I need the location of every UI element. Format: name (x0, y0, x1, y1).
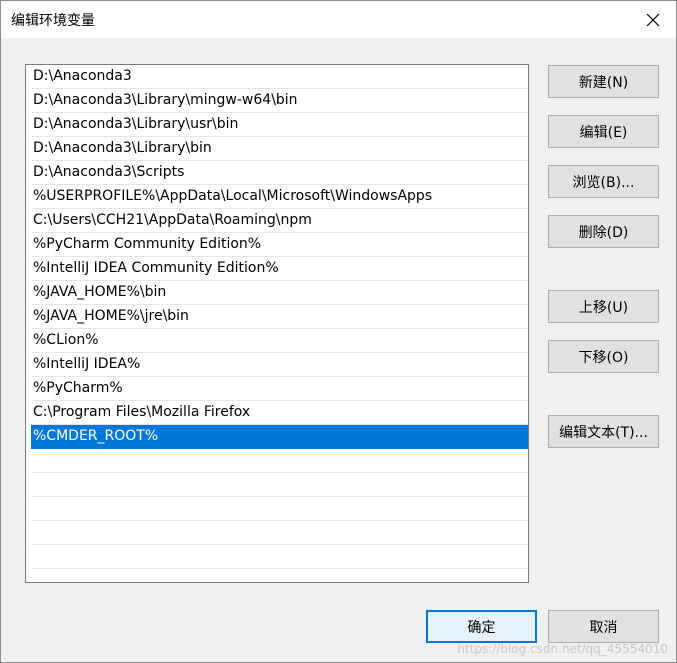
list-item[interactable]: %IntelliJ IDEA Community Edition% (31, 257, 528, 281)
list-item[interactable]: %JAVA_HOME%\jre\bin (31, 305, 528, 329)
list-item[interactable]: %USERPROFILE%\AppData\Local\Microsoft\Wi… (31, 185, 528, 209)
list-item[interactable]: %JAVA_HOME%\bin (31, 281, 528, 305)
move-up-button[interactable]: 上移(U) (548, 290, 659, 323)
list-item[interactable]: C:\Users\CCH21\AppData\Roaming\npm (31, 209, 528, 233)
list-item[interactable]: D:\Anaconda3\Library\bin (31, 137, 528, 161)
list-item[interactable] (31, 497, 528, 521)
list-item[interactable]: %PyCharm Community Edition% (31, 233, 528, 257)
watermark: https://blog.csdn.net/qq_45554010 (457, 642, 668, 656)
list-item[interactable]: D:\Anaconda3\Library\usr\bin (31, 113, 528, 137)
close-icon (646, 13, 660, 26)
ok-button[interactable]: 确定 (426, 610, 537, 643)
browse-button[interactable]: 浏览(B)... (548, 165, 659, 198)
list-item[interactable] (31, 473, 528, 497)
list-item[interactable]: C:\Program Files\Mozilla Firefox (31, 401, 528, 425)
close-button[interactable] (630, 1, 676, 38)
list-item[interactable]: %CMDER_ROOT% (31, 425, 528, 449)
edit-env-var-dialog: 编辑环境变量 D:\Anaconda3 D:\Anaconda3\Library\… (0, 0, 677, 663)
new-button[interactable]: 新建(N) (548, 65, 659, 98)
list-item[interactable]: D:\Anaconda3 (31, 65, 528, 89)
edit-button[interactable]: 编辑(E) (548, 115, 659, 148)
title-bar: 编辑环境变量 (1, 1, 676, 38)
list-item[interactable]: %CLion% (31, 329, 528, 353)
cancel-button[interactable]: 取消 (548, 610, 659, 643)
list-item[interactable] (31, 545, 528, 569)
dialog-title: 编辑环境变量 (11, 13, 95, 29)
move-down-button[interactable]: 下移(O) (548, 340, 659, 373)
delete-button[interactable]: 删除(D) (548, 215, 659, 248)
path-list[interactable]: D:\Anaconda3 D:\Anaconda3\Library\mingw-w… (25, 64, 529, 583)
list-item[interactable]: %IntelliJ IDEA% (31, 353, 528, 377)
list-item[interactable]: %PyCharm% (31, 377, 528, 401)
list-item[interactable]: D:\Anaconda3\Scripts (31, 161, 528, 185)
list-item[interactable] (31, 449, 528, 473)
list-item[interactable]: D:\Anaconda3\Library\mingw-w64\bin (31, 89, 528, 113)
edit-text-button[interactable]: 编辑文本(T)... (548, 415, 659, 448)
list-item[interactable] (31, 521, 528, 545)
